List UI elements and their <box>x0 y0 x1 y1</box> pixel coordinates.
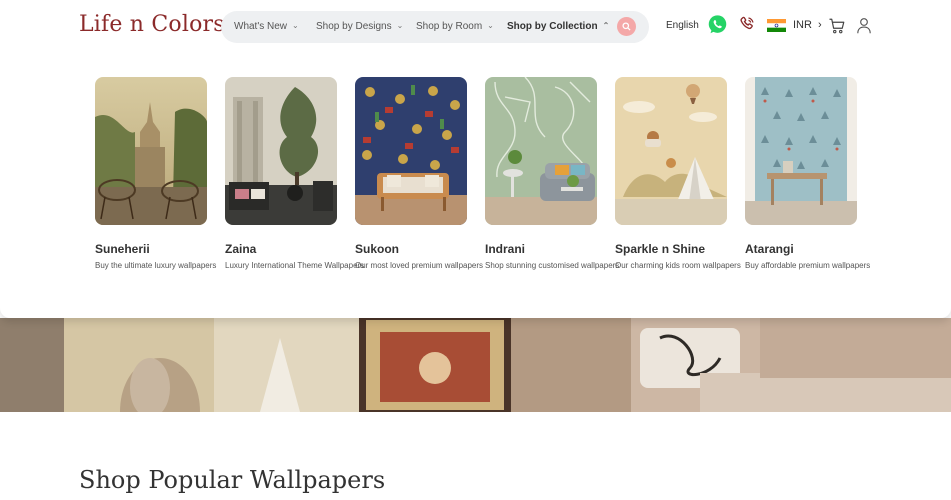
search-button[interactable] <box>617 17 636 36</box>
chevron-down-icon: ⌄ <box>396 21 404 30</box>
collection-description: Buy affordable premium wallpapers <box>745 261 871 270</box>
site-header: Life n Colors What's New ⌄ Shop by Design… <box>0 0 951 52</box>
nav-shop-by-designs[interactable]: Shop by Designs ⌄ <box>316 11 403 43</box>
nav-shop-by-collection[interactable]: Shop by Collection ⌃ <box>507 11 609 43</box>
collection-card-suneherii[interactable]: Suneherii Buy the ultimate luxury wallpa… <box>95 77 216 270</box>
section-heading: Shop Popular Wallpapers <box>79 466 386 494</box>
collection-name[interactable]: Suneherii <box>95 242 150 256</box>
chevron-down-icon: ⌄ <box>292 21 299 30</box>
main-nav: What's New ⌄ Shop by Designs ⌄ Shop by Roo… <box>221 11 649 43</box>
collection-description: Our charming kids room wallpapers <box>615 261 741 270</box>
collection-name[interactable]: Indrani <box>485 242 525 256</box>
chevron-down-icon: ⌄ <box>487 21 494 30</box>
site-logo[interactable]: Life n Colors <box>79 12 225 37</box>
collection-image[interactable] <box>95 77 207 225</box>
hero-banner-image[interactable] <box>0 318 951 412</box>
collection-card-sparkle-n-shine[interactable]: Sparkle n Shine Our charming kids room w… <box>615 77 741 270</box>
collection-description: Luxury International Theme Wallpapers <box>225 261 365 270</box>
collection-image[interactable] <box>485 77 597 225</box>
phone-icon[interactable] <box>738 15 756 33</box>
collection-card-atarangi[interactable]: Atarangi Buy affordable premium wallpape… <box>745 77 870 270</box>
collection-description: Our most loved premium wallpapers <box>355 261 484 270</box>
collection-card-zaina[interactable]: Zaina Luxury International Theme Wallpap… <box>225 77 364 270</box>
collection-description: Buy the ultimate luxury wallpapers <box>95 261 217 270</box>
collection-name[interactable]: Atarangi <box>745 242 794 256</box>
nav-label: Shop by Collection <box>507 21 598 32</box>
chevron-up-icon: ⌃ <box>602 21 610 30</box>
collection-image[interactable] <box>225 77 337 225</box>
chevron-right-icon: › <box>818 19 822 31</box>
user-icon[interactable] <box>856 17 872 34</box>
collection-dropdown: Suneherii Buy the ultimate luxury wallpa… <box>0 52 951 318</box>
nav-label: Shop by Designs <box>316 21 392 32</box>
language-selector[interactable]: English <box>666 20 699 31</box>
collection-name[interactable]: Sparkle n Shine <box>615 242 705 256</box>
currency-label: INR <box>793 19 812 31</box>
nav-shop-by-room[interactable]: Shop by Room ⌄ <box>416 11 494 43</box>
collection-image[interactable] <box>355 77 467 225</box>
nav-label: Shop by Room <box>416 21 483 32</box>
collection-description: Shop stunning customised wallpapers <box>485 261 620 270</box>
cart-icon[interactable] <box>828 17 846 35</box>
currency-selector[interactable]: INR › <box>793 19 822 31</box>
collection-image[interactable] <box>745 77 857 225</box>
whatsapp-icon[interactable] <box>707 14 728 35</box>
collection-name[interactable]: Sukoon <box>355 242 399 256</box>
collection-image[interactable] <box>615 77 727 225</box>
collection-card-indrani[interactable]: Indrani Shop stunning customised wallpap… <box>485 77 619 270</box>
collection-name[interactable]: Zaina <box>225 242 256 256</box>
nav-whats-new[interactable]: What's New ⌄ <box>234 11 299 43</box>
nav-label: What's New <box>234 21 288 32</box>
india-flag-icon[interactable] <box>767 19 786 32</box>
search-icon <box>622 22 631 31</box>
collection-card-sukoon[interactable]: Sukoon Our most loved premium wallpapers <box>355 77 483 270</box>
